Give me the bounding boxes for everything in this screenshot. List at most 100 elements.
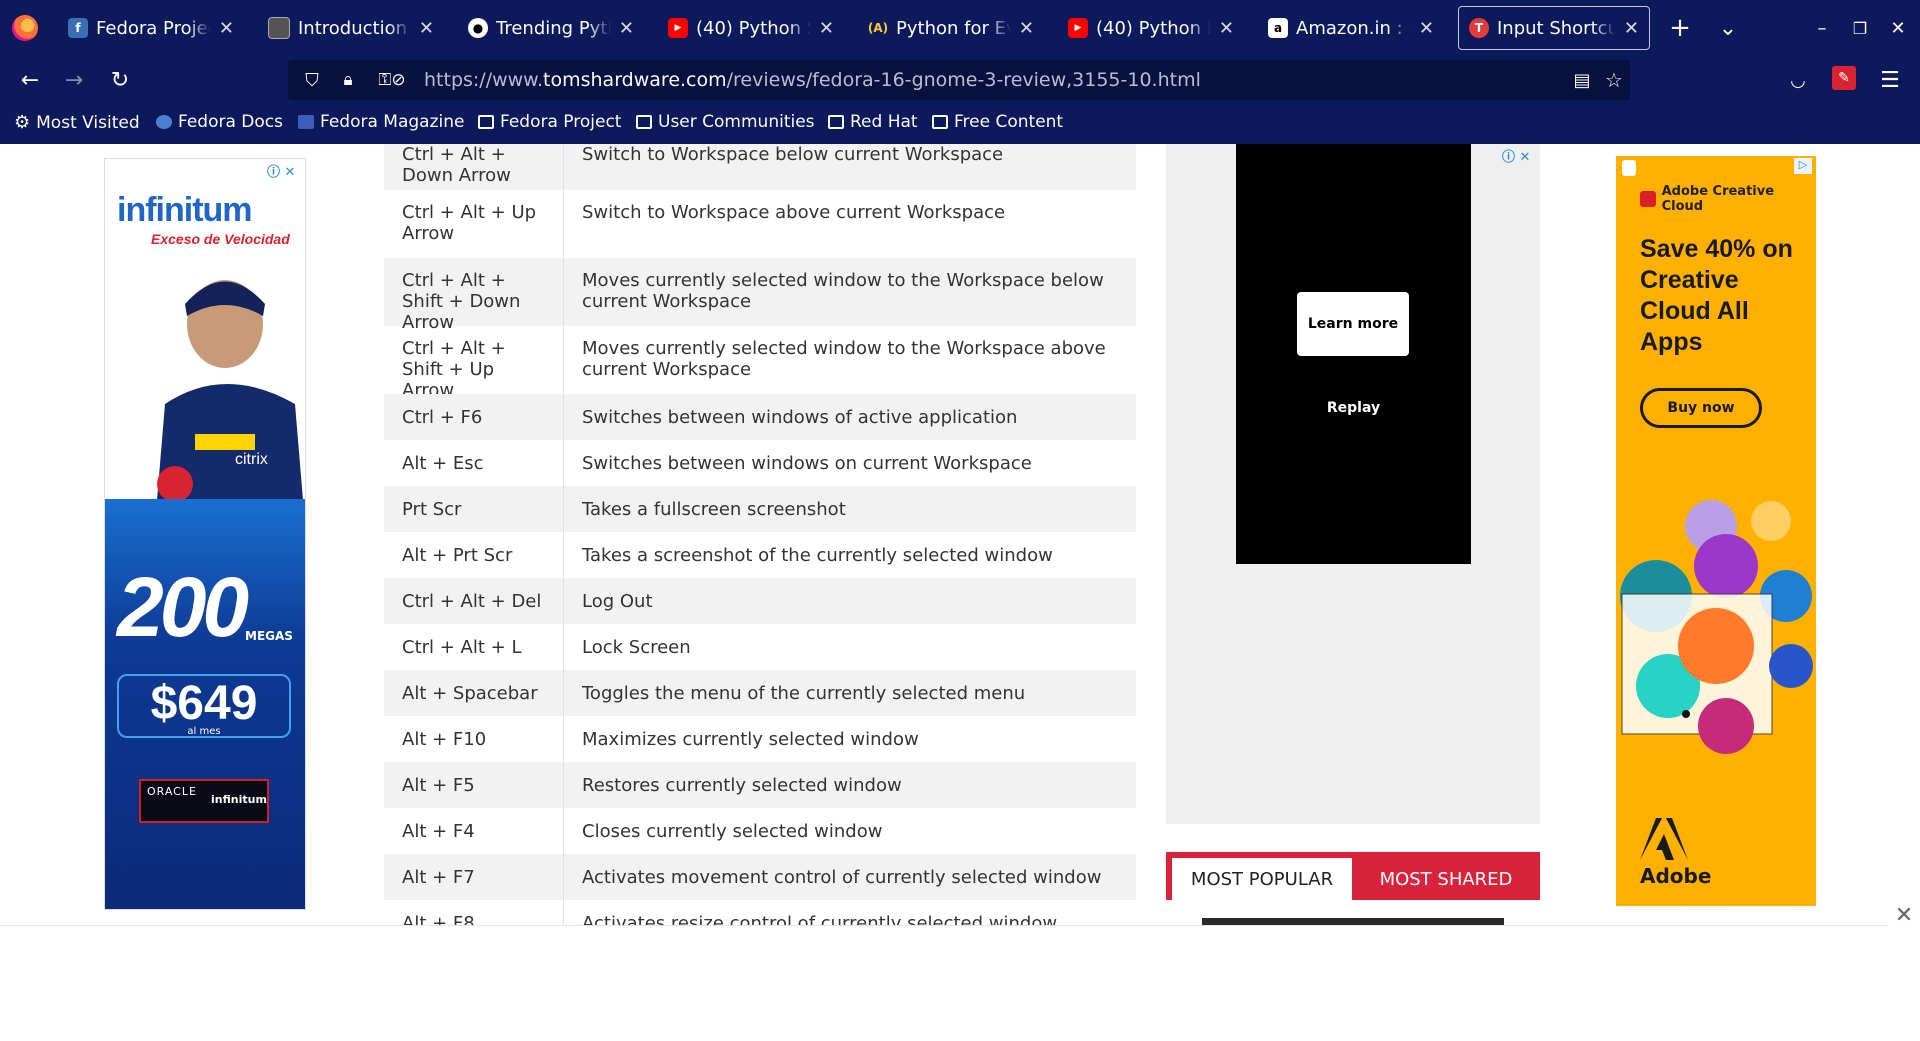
tab-most-shared[interactable]: MOST SHARED bbox=[1352, 858, 1540, 900]
adobe-headline: Save 40% on Creative Cloud All Apps bbox=[1640, 235, 1793, 356]
close-tab-icon[interactable]: ✕ bbox=[1219, 18, 1234, 39]
shortcut-description: Takes a screenshot of the currently sele… bbox=[582, 544, 1053, 566]
bookmark-red-hat[interactable]: Red Hat bbox=[828, 112, 918, 132]
adchoices-icon[interactable]: ⓘ ✕ bbox=[267, 161, 295, 180]
shortcut-table: Ctrl + Alt + Down Arrow Switch to Workspa… bbox=[384, 144, 1136, 925]
url-text[interactable]: https://www.tomshardware.com/reviews/fed… bbox=[424, 69, 1201, 91]
bookmark-label: Red Hat bbox=[850, 112, 918, 132]
close-tab-icon[interactable]: ✕ bbox=[619, 18, 634, 39]
tab-title: Python for Ever bbox=[896, 17, 1011, 39]
address-bar[interactable]: ⛉ 🔒︎ ⚿⊘ https://www.tomshardware.com/rev… bbox=[288, 60, 1630, 100]
adobe-art-image bbox=[1620, 500, 1813, 754]
adchoices-icon[interactable]: ▷ bbox=[1794, 158, 1812, 174]
shortcut-keys: Ctrl + Alt + Shift + Up Arrow bbox=[384, 326, 564, 401]
close-tab-icon[interactable]: ✕ bbox=[219, 18, 234, 39]
tab-title: (40) Python Soc bbox=[696, 17, 811, 39]
shortcut-keys: Alt + Spacebar bbox=[384, 670, 564, 716]
tab-input-shortcuts[interactable]: T Input Shortcuts ✕ bbox=[1458, 6, 1650, 50]
shortcut-row: Alt + F10 Maximizes currently selected wi… bbox=[384, 716, 1136, 762]
bookmark-star-icon[interactable]: ☆ bbox=[1598, 64, 1630, 96]
adobe-brand-row: Adobe Creative Cloud bbox=[1640, 184, 1816, 214]
shortcut-description: Takes a fullscreen screenshot bbox=[582, 498, 846, 520]
permissions-icon[interactable]: ⚿⊘ bbox=[368, 64, 416, 96]
firefox-logo-icon[interactable] bbox=[12, 15, 38, 41]
ad-price-box: $649 al mes bbox=[117, 674, 291, 738]
ad-sponsor-badge: ORACLE infinitum bbox=[139, 779, 269, 823]
shortcut-keys: Alt + F7 bbox=[384, 854, 564, 900]
close-tab-icon[interactable]: ✕ bbox=[1419, 18, 1434, 39]
tomshardware-favicon-icon: T bbox=[1469, 18, 1489, 38]
ad-sponsor-line1: ORACLE bbox=[147, 785, 197, 798]
bookmark-most-visited[interactable]: ⚙ Most Visited bbox=[14, 112, 140, 133]
close-overlay-icon[interactable]: ✕ bbox=[1888, 899, 1920, 931]
shortcut-description: Switch to Workspace below current Worksp… bbox=[582, 144, 1004, 165]
back-arrow-icon[interactable]: ← bbox=[14, 64, 46, 96]
adobe-logo-word: Adobe bbox=[1640, 864, 1712, 888]
hamburger-menu-icon[interactable]: ☰ bbox=[1874, 64, 1906, 96]
github-favicon-icon: ● bbox=[468, 18, 488, 38]
lock-icon[interactable]: 🔒︎ bbox=[332, 64, 364, 96]
racer-image: citrix bbox=[155, 280, 305, 524]
tab-python-for-everybody[interactable]: (A) Python for Ever ✕ bbox=[858, 6, 1044, 50]
shortcut-description: Switches between windows of active appli… bbox=[582, 406, 1018, 428]
tab-python-django[interactable]: ▶ (40) Python Dja ✕ bbox=[1058, 6, 1244, 50]
buy-now-button[interactable]: Buy now bbox=[1640, 388, 1762, 428]
pocket-icon[interactable]: ◡ bbox=[1782, 64, 1814, 96]
bookmark-label: Fedora Docs bbox=[178, 112, 284, 132]
shortcut-keys: Ctrl + Alt + Up Arrow bbox=[384, 190, 564, 258]
shortcut-description: Closes currently selected window bbox=[582, 820, 883, 842]
shortcut-keys: Alt + F4 bbox=[384, 808, 564, 854]
close-tab-icon[interactable]: ✕ bbox=[1019, 18, 1034, 39]
folder-icon bbox=[636, 115, 652, 129]
reader-view-icon[interactable]: ▤ bbox=[1566, 64, 1598, 96]
tab-most-popular[interactable]: MOST POPULAR bbox=[1172, 858, 1352, 900]
close-tab-icon[interactable]: ✕ bbox=[819, 18, 834, 39]
replay-button[interactable]: Replay bbox=[1236, 400, 1471, 416]
tab-title: Fedora Project bbox=[96, 17, 211, 39]
list-tabs-chevron-down-icon[interactable]: ⌄ bbox=[1712, 12, 1744, 44]
shortcut-description: Maximizes currently selected window bbox=[582, 728, 919, 750]
shortcut-keys: Prt Scr bbox=[384, 486, 564, 532]
shortcut-description: Moves currently selected window to the W… bbox=[582, 270, 1104, 312]
tab-introduction[interactable]: Introduction — ✕ bbox=[258, 6, 444, 50]
bookmark-fedora-project[interactable]: Fedora Project bbox=[478, 112, 621, 132]
reload-icon[interactable]: ↻ bbox=[104, 64, 136, 96]
bookmark-fedora-docs[interactable]: Fedora Docs bbox=[156, 112, 283, 132]
close-window-icon[interactable]: ✕ bbox=[1882, 12, 1914, 44]
shortcut-row: Prt Scr Takes a fullscreen screenshot bbox=[384, 486, 1136, 532]
adobe-logo-icon bbox=[1640, 818, 1688, 860]
restore-window-icon[interactable]: ❐ bbox=[1844, 12, 1876, 44]
shortcut-description: Restores currently selected window bbox=[582, 774, 902, 796]
folder-icon bbox=[478, 115, 494, 129]
bookmark-user-communities[interactable]: User Communities bbox=[636, 112, 815, 132]
article-thumbnail[interactable] bbox=[1202, 918, 1504, 925]
learn-more-button[interactable]: Learn more bbox=[1297, 292, 1409, 356]
shortcut-description: Log Out bbox=[582, 590, 653, 612]
forward-arrow-icon[interactable]: → bbox=[58, 64, 90, 96]
shortcut-row: Alt + Spacebar Toggles the menu of the cu… bbox=[384, 670, 1136, 716]
tab-amazon[interactable]: a Amazon.in : app ✕ bbox=[1258, 6, 1444, 50]
page-content: ⓘ ✕ infinitum Exceso de Velocidad citrix… bbox=[0, 144, 1920, 925]
shortcut-keys: Ctrl + Alt + Down Arrow bbox=[384, 144, 564, 190]
tracking-protection-shield-icon[interactable]: ⛉ bbox=[296, 64, 328, 96]
tab-python-soc[interactable]: ▶ (40) Python Soc ✕ bbox=[658, 6, 844, 50]
minimize-window-icon[interactable]: – bbox=[1806, 12, 1838, 44]
new-tab-plus-icon[interactable]: + bbox=[1664, 12, 1696, 44]
adchoices-icon[interactable]: ⓘ ✕ bbox=[1502, 146, 1530, 165]
infinitum-ad[interactable]: ⓘ ✕ infinitum Exceso de Velocidad citrix… bbox=[104, 158, 306, 910]
adobe-ad[interactable]: ▷ Adobe Creative Cloud Save 40% on Creat… bbox=[1616, 156, 1816, 906]
tab-fedora-project[interactable]: f Fedora Project ✕ bbox=[58, 6, 244, 50]
folder-icon bbox=[932, 115, 948, 129]
bookmark-fedora-magazine[interactable]: Fedora Magazine bbox=[298, 112, 464, 132]
ad-tagline: Exceso de Velocidad bbox=[151, 231, 290, 247]
close-tab-icon[interactable]: ✕ bbox=[1624, 18, 1639, 39]
video-ad[interactable]: Learn more Replay bbox=[1236, 144, 1471, 564]
shortcut-row: Ctrl + Alt + Down Arrow Switch to Workspa… bbox=[384, 144, 1136, 190]
shortcut-row: Alt + F7 Activates movement control of cu… bbox=[384, 854, 1136, 900]
ad-price-note: al mes bbox=[187, 726, 221, 737]
bookmark-free-content[interactable]: Free Content bbox=[932, 112, 1063, 132]
bookmark-label: Most Visited bbox=[36, 112, 140, 133]
tab-trending-python[interactable]: ● Trending Pytho ✕ bbox=[458, 6, 644, 50]
close-tab-icon[interactable]: ✕ bbox=[419, 18, 434, 39]
extension-icon[interactable]: ✎ bbox=[1832, 66, 1856, 90]
